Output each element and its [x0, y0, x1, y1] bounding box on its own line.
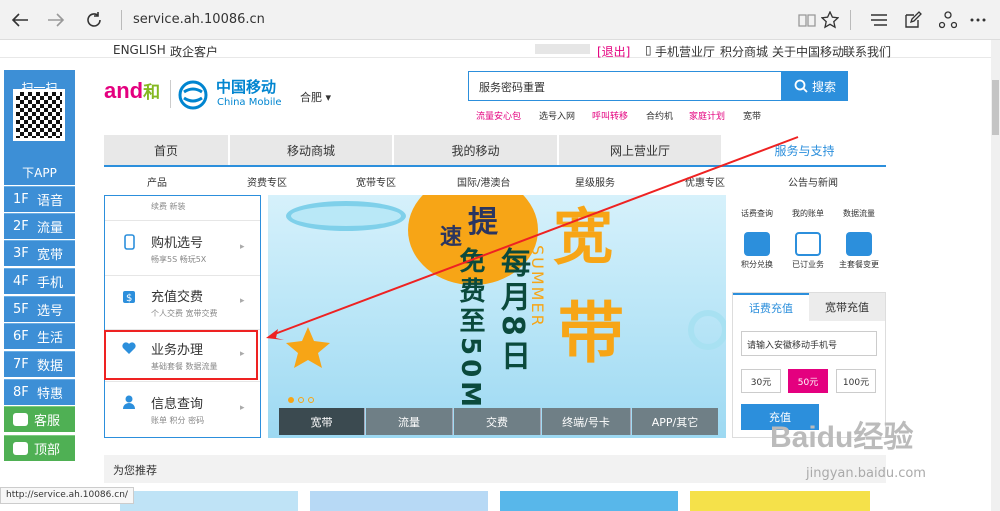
watermark-url: jingyan.baidu.com [806, 466, 926, 481]
baidu-watermark: Baidu经验 [770, 421, 914, 454]
